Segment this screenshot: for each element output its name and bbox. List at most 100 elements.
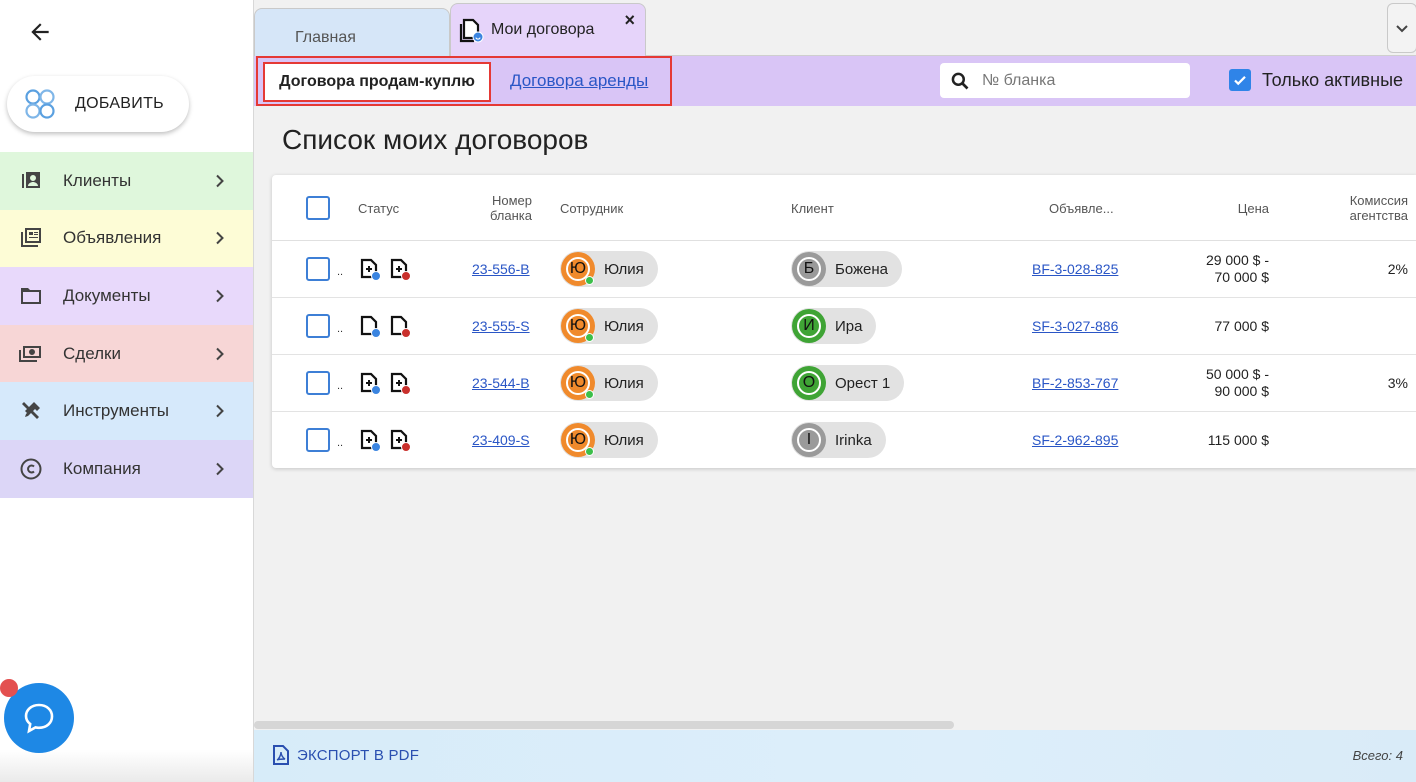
tab-my-contracts[interactable]: Мои договора × [450,3,646,56]
sidebar-item-label: Клиенты [63,170,132,190]
subtab-sale-contracts[interactable]: Договора продам-куплю [263,62,491,102]
header-form-number-line1: Номер [491,193,532,208]
row-checkbox[interactable] [306,428,330,452]
status-icons [358,428,414,454]
table-row[interactable]: .. 23-544-B Ю Юлия О Орест 1 BF-2-853-76… [272,355,1416,412]
sidebar-item-documents[interactable]: Документы [0,267,253,325]
client-name: Божена [835,260,889,278]
sidebar-item-label: Сделки [63,343,121,363]
header-employee[interactable]: Сотрудник [560,201,623,216]
client-chip[interactable]: I Irinka [791,422,886,458]
ad-link[interactable]: BF-3-028-825 [1032,261,1118,277]
ad-link[interactable]: BF-2-853-767 [1032,375,1118,391]
table-row[interactable]: .. 23-409-S Ю Юлия I Irinka SF-2-962-895… [272,412,1416,468]
chevron-down-icon [1396,25,1408,33]
contracts-table: Статус Номер бланка Сотрудник Клиент Объ… [272,175,1416,468]
online-indicator [585,333,594,342]
sidebar-item-deals[interactable]: Сделки [0,324,253,383]
notification-dot [0,679,18,697]
row-menu-dots[interactable]: .. [337,437,343,449]
form-number-link[interactable]: 23-555-S [472,318,530,334]
avatar-initial: И [797,314,821,338]
header-status[interactable]: Статус [358,201,399,216]
tab-close-button[interactable]: × [624,10,635,31]
ads-icon [18,225,44,251]
search-input[interactable] [982,71,1172,90]
doc-add-rejected-icon [390,429,411,452]
status-icons [358,257,414,283]
tabs-dropdown-button[interactable] [1387,3,1416,53]
row-checkbox[interactable] [306,314,330,338]
avatar: Ю [561,252,595,286]
employee-chip[interactable]: Ю Юлия [560,365,658,401]
header-client[interactable]: Клиент [791,201,834,216]
table-row[interactable]: .. 23-556-B Ю Юлия Б Божена BF-3-028-825… [272,241,1416,298]
form-number-link[interactable]: 23-409-S [472,432,530,448]
avatar-initial: I [797,428,821,452]
folder-icon [18,283,44,309]
doc-add-approved-icon [360,372,381,395]
tools-icon [18,398,44,424]
employee-name: Юлия [604,374,644,392]
chevron-right-icon [213,462,227,476]
main-area: Главная Мои договора × Договора продам-к… [253,0,1416,782]
ad-link[interactable]: SF-3-027-886 [1032,318,1118,334]
price-line1: 29 000 $ - [1205,252,1269,268]
client-chip[interactable]: О Орест 1 [791,365,905,401]
sidebar-item-company[interactable]: Компания [0,439,253,498]
contract-type-switch: Договора продам-куплю Договора аренды [256,56,672,106]
horizontal-scrollbar[interactable] [254,721,954,729]
row-checkbox[interactable] [306,371,330,395]
active-only-toggle[interactable]: Только активные [1218,69,1403,91]
select-all-checkbox[interactable] [306,196,330,220]
avatar: Ю [561,423,595,457]
client-chip[interactable]: И Ира [791,308,877,344]
avatar-initial: О [797,371,821,395]
row-menu-dots[interactable]: .. [337,323,343,335]
price-cell: 50 000 $ - 90 000 $ [1206,366,1269,400]
table-header: Статус Номер бланка Сотрудник Клиент Объ… [272,175,1416,241]
status-icons [358,371,414,397]
export-pdf-button[interactable]: ЭКСПОРТ В PDF [272,745,419,765]
arrow-left-icon [31,23,49,41]
contact-card-icon [18,168,44,194]
row-checkbox[interactable] [306,257,330,281]
employee-name: Юлия [604,431,644,449]
subtab-rent-contracts[interactable]: Договора аренды [510,71,648,91]
sidebar-item-label: Документы [63,285,151,305]
client-name: Ира [835,317,863,335]
sidebar-menu: Клиенты Объявления Документы Сделки Инст… [0,152,253,498]
sidebar-item-label: Инструменты [63,401,170,421]
header-commission-line2: агентства [1349,208,1408,223]
row-menu-dots[interactable]: .. [337,266,343,278]
form-number-link[interactable]: 23-544-B [472,375,530,391]
sidebar-item-ads[interactable]: Объявления [0,209,253,268]
status-icons [358,314,414,340]
sidebar-item-tools[interactable]: Инструменты [0,382,253,440]
doc-add-approved-icon [360,429,381,452]
employee-chip[interactable]: Ю Юлия [560,308,658,344]
header-ad[interactable]: Объявле... [1049,201,1114,216]
employee-chip[interactable]: Ю Юлия [560,251,658,287]
row-menu-dots[interactable]: .. [337,380,343,392]
tab-home[interactable]: Главная [254,8,450,56]
checkbox-checked-icon[interactable] [1229,69,1251,91]
online-indicator [585,390,594,399]
form-number-link[interactable]: 23-556-B [472,261,530,277]
header-commission[interactable]: Комиссия агентства [1350,193,1408,223]
client-chip[interactable]: Б Божена [791,251,903,287]
back-button[interactable] [24,16,56,48]
price-line1: 115 000 $ [1207,432,1269,448]
header-form-number-line2: бланка [489,208,532,223]
footer-bar: ЭКСПОРТ В PDF Всего: 4 [254,730,1416,782]
header-form-number[interactable]: Номер бланка [472,193,532,223]
header-price[interactable]: Цена [1238,201,1269,216]
ad-link[interactable]: SF-2-962-895 [1032,432,1118,448]
add-button[interactable]: ДОБАВИТЬ [7,76,189,132]
commission-cell: 2% [1387,261,1408,277]
employee-chip[interactable]: Ю Юлия [560,422,658,458]
sidebar-item-clients[interactable]: Клиенты [0,152,253,210]
table-row[interactable]: .. 23-555-S Ю Юлия И Ира SF-3-027-886 77… [272,298,1416,355]
sidebar-item-label: Компания [63,458,141,478]
price-line2: 90 000 $ [1214,383,1270,399]
